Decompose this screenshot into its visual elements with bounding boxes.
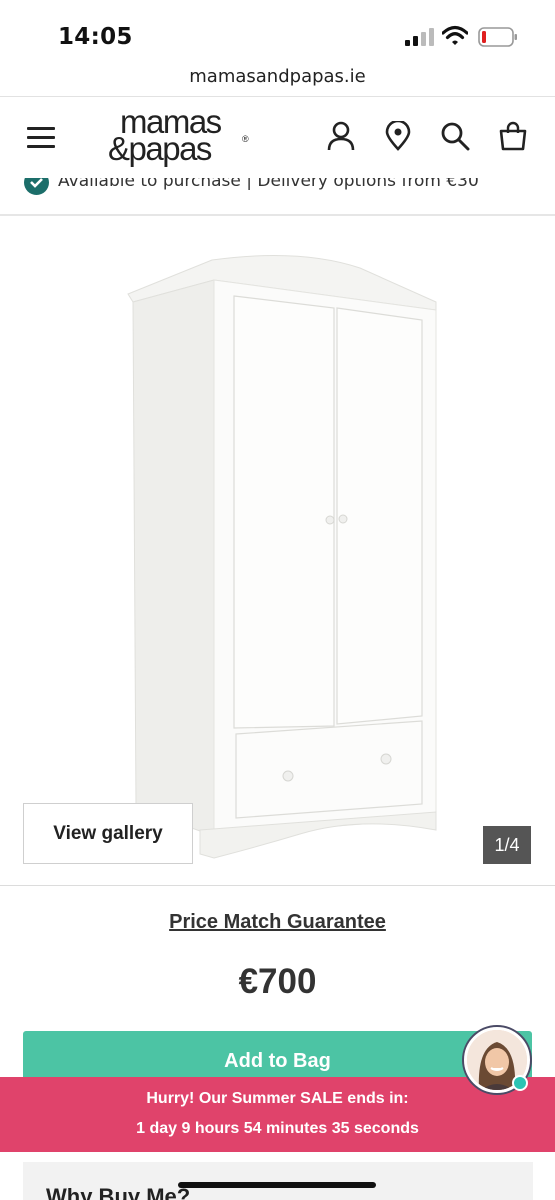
availability-text: Available to purchase | Delivery options…: [58, 178, 479, 191]
site-header: mamas &papas ®: [0, 96, 555, 178]
logo-text-papas: &papas: [108, 130, 212, 167]
battery-icon: [478, 27, 517, 47]
online-status-icon: [512, 1075, 528, 1091]
url-text: mamasandpapas.ie: [189, 66, 366, 87]
wardrobe-image: [127, 255, 437, 859]
store-locator-icon[interactable]: [383, 121, 413, 151]
home-indicator[interactable]: [178, 1182, 376, 1188]
sale-countdown: 1 day 9 hours 54 minutes 35 seconds: [136, 1120, 419, 1137]
wifi-icon: [442, 25, 468, 45]
status-time: 14:05: [58, 24, 133, 50]
image-counter: 1/4: [483, 826, 531, 864]
status-bar: 14:05: [0, 0, 555, 62]
logo-registered-mark: ®: [242, 134, 249, 144]
site-logo[interactable]: mamas &papas ®: [108, 105, 253, 167]
cellular-signal-icon: [405, 28, 434, 46]
menu-icon[interactable]: [27, 127, 55, 149]
product-image[interactable]: View gallery 1/4: [0, 218, 555, 886]
bag-icon[interactable]: [498, 121, 528, 151]
why-buy-heading: Why Buy Me?: [46, 1184, 191, 1200]
check-icon: [24, 178, 49, 195]
account-icon[interactable]: [326, 121, 356, 151]
why-buy-section[interactable]: Why Buy Me?: [23, 1162, 533, 1200]
sale-banner-headline: Hurry! Our Summer SALE ends in:: [146, 1090, 409, 1107]
address-bar[interactable]: mamasandpapas.ie: [0, 62, 555, 96]
sale-banner: Hurry! Our Summer SALE ends in: 1 day 9 …: [0, 1077, 555, 1152]
view-gallery-button[interactable]: View gallery: [23, 803, 193, 864]
availability-strip: Available to purchase | Delivery options…: [0, 178, 555, 216]
search-icon[interactable]: [440, 121, 470, 151]
product-price: €700: [238, 962, 317, 1001]
price-match-link[interactable]: Price Match Guarantee: [0, 911, 555, 934]
